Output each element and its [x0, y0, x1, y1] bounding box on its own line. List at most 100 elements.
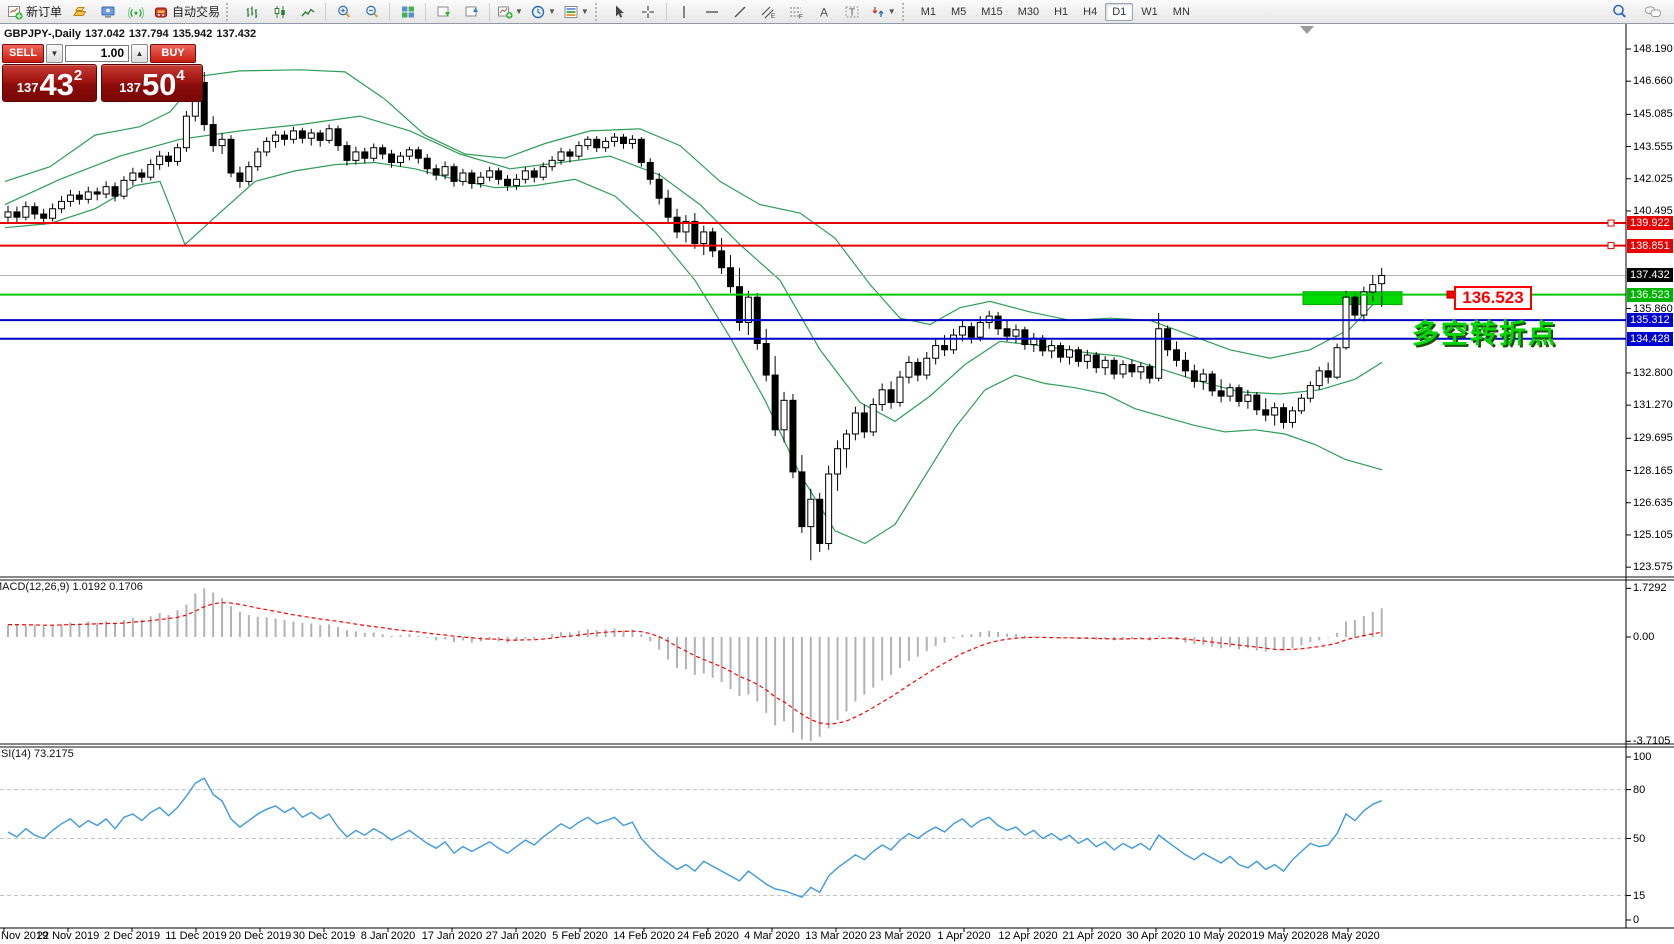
- cursor-button[interactable]: [607, 1, 634, 23]
- time-label: 21 Apr 2020: [1062, 930, 1121, 942]
- candle-body: [76, 195, 82, 199]
- crosshair-button[interactable]: [635, 1, 662, 23]
- candle-body: [478, 177, 484, 183]
- candle-body: [567, 152, 573, 156]
- candle-body: [1075, 350, 1081, 362]
- price-tick-label: 148.190: [1633, 43, 1673, 55]
- zoom-in-button[interactable]: [330, 1, 357, 23]
- text-icon: A: [816, 4, 832, 20]
- new-order-button[interactable]: 新订单: [4, 1, 65, 23]
- candle-body: [246, 167, 252, 182]
- text-label-button[interactable]: T: [839, 1, 866, 23]
- candle-body: [1093, 355, 1099, 368]
- bar-chart-icon: [244, 4, 260, 20]
- price-label-anchor[interactable]: [1447, 291, 1454, 298]
- zoom-out-button[interactable]: [358, 1, 385, 23]
- candle-body: [371, 148, 377, 159]
- search-button[interactable]: [1606, 1, 1633, 23]
- add-indicator-button[interactable]: ▼: [494, 1, 526, 23]
- tf-button-mn[interactable]: MN: [1166, 3, 1197, 21]
- candlestick-chart-button[interactable]: [266, 1, 293, 23]
- candle-body: [1191, 371, 1197, 382]
- arrows-button[interactable]: ▼: [867, 1, 899, 23]
- tf-button-m1[interactable]: M1: [914, 3, 943, 21]
- gold-button[interactable]: [66, 1, 93, 23]
- time-scale[interactable]: Nov 201922 Nov 20192 Dec 201911 Dec 2019…: [0, 929, 1674, 944]
- tf-button-d1[interactable]: D1: [1105, 3, 1133, 21]
- toolbar: 新订单 自动交易: [0, 0, 1674, 24]
- accounts-button[interactable]: [94, 1, 121, 23]
- tf-button-m30[interactable]: M30: [1011, 3, 1046, 21]
- candle-body: [924, 358, 930, 375]
- candle-body: [647, 162, 653, 179]
- time-label: 12 Apr 2020: [998, 930, 1057, 942]
- time-label: 17 Jan 2020: [422, 930, 483, 942]
- turning-point-annotation[interactable]: 多空转折点: [1412, 312, 1557, 351]
- tf-button-h4[interactable]: H4: [1076, 3, 1104, 21]
- price-tick-label: 125.105: [1633, 529, 1673, 541]
- horizontal-line-button[interactable]: [699, 1, 726, 23]
- time-label: 19 May 2020: [1252, 930, 1316, 942]
- candle-body: [1352, 297, 1358, 315]
- fibonacci-button[interactable]: F: [783, 1, 810, 23]
- low-value: 135.942: [173, 28, 213, 40]
- candle-body: [505, 179, 511, 185]
- line-handle[interactable]: [1608, 220, 1614, 226]
- chart-shift-marker-icon[interactable]: [1300, 26, 1314, 34]
- vertical-line-button[interactable]: [671, 1, 698, 23]
- line-handle[interactable]: [1608, 243, 1614, 249]
- arrange-charts-icon: [436, 4, 452, 20]
- tf-button-m15[interactable]: M15: [974, 3, 1009, 21]
- bollinger-upper-band: [5, 70, 1382, 358]
- auto-trading-button[interactable]: 自动交易: [150, 1, 223, 23]
- time-label: 2 Dec 2019: [104, 930, 160, 942]
- candle-body: [603, 141, 609, 147]
- toolbar-separator: [489, 3, 490, 21]
- tf-button-m5[interactable]: M5: [944, 3, 973, 21]
- periods-button[interactable]: ▼: [527, 1, 559, 23]
- candle-body: [665, 198, 671, 217]
- candle-body: [763, 343, 769, 375]
- chat-button[interactable]: [1639, 1, 1666, 23]
- time-label: 30 Apr 2020: [1126, 930, 1185, 942]
- arrange-tile-button[interactable]: [458, 1, 485, 23]
- tf-button-w1[interactable]: W1: [1134, 3, 1165, 21]
- templates-button[interactable]: ▼: [560, 1, 592, 23]
- price-text-label-object[interactable]: 136.523: [1454, 286, 1532, 310]
- candle-body: [1004, 329, 1010, 336]
- equidistant-channel-button[interactable]: E: [755, 1, 782, 23]
- macd-values: 1.0192 0.1706: [72, 581, 142, 593]
- ask-price-panel[interactable]: 137 50 4: [101, 64, 203, 102]
- volume-down-button[interactable]: ▼: [46, 44, 63, 63]
- bar-chart-button[interactable]: [238, 1, 265, 23]
- candle-body: [174, 148, 180, 162]
- candle-body: [745, 297, 751, 322]
- line-chart-button[interactable]: [294, 1, 321, 23]
- candle-body: [1298, 398, 1304, 411]
- candle-body: [968, 327, 974, 338]
- bid-price-panel[interactable]: 137 43 2: [2, 64, 97, 102]
- volume-up-button[interactable]: ▲: [131, 44, 148, 63]
- trendline-button[interactable]: [727, 1, 754, 23]
- candle-body: [317, 133, 323, 140]
- candle-body: [380, 148, 386, 154]
- tile-windows-button[interactable]: [394, 1, 421, 23]
- signal-button[interactable]: [122, 1, 149, 23]
- arrange-charts-button[interactable]: [430, 1, 457, 23]
- buy-button[interactable]: BUY: [150, 44, 196, 63]
- toolbar-separator: [425, 3, 426, 21]
- text-button[interactable]: A: [811, 1, 838, 23]
- candle-body: [442, 167, 448, 175]
- time-label: 10 May 2020: [1188, 930, 1252, 942]
- sell-button[interactable]: SELL: [2, 44, 44, 63]
- price-tick-label: 131.270: [1633, 399, 1673, 411]
- tf-button-h1[interactable]: H1: [1047, 3, 1075, 21]
- candle-body: [299, 131, 305, 138]
- main-chart-canvas[interactable]: [0, 0, 1674, 944]
- candle-body: [59, 201, 65, 208]
- candle-body: [1325, 371, 1331, 377]
- candle-body: [531, 171, 537, 177]
- arrows-icon: [870, 4, 886, 20]
- volume-input[interactable]: [65, 45, 129, 62]
- price-scale[interactable]: 148.190146.660145.085143.555142.025140.4…: [1626, 24, 1674, 928]
